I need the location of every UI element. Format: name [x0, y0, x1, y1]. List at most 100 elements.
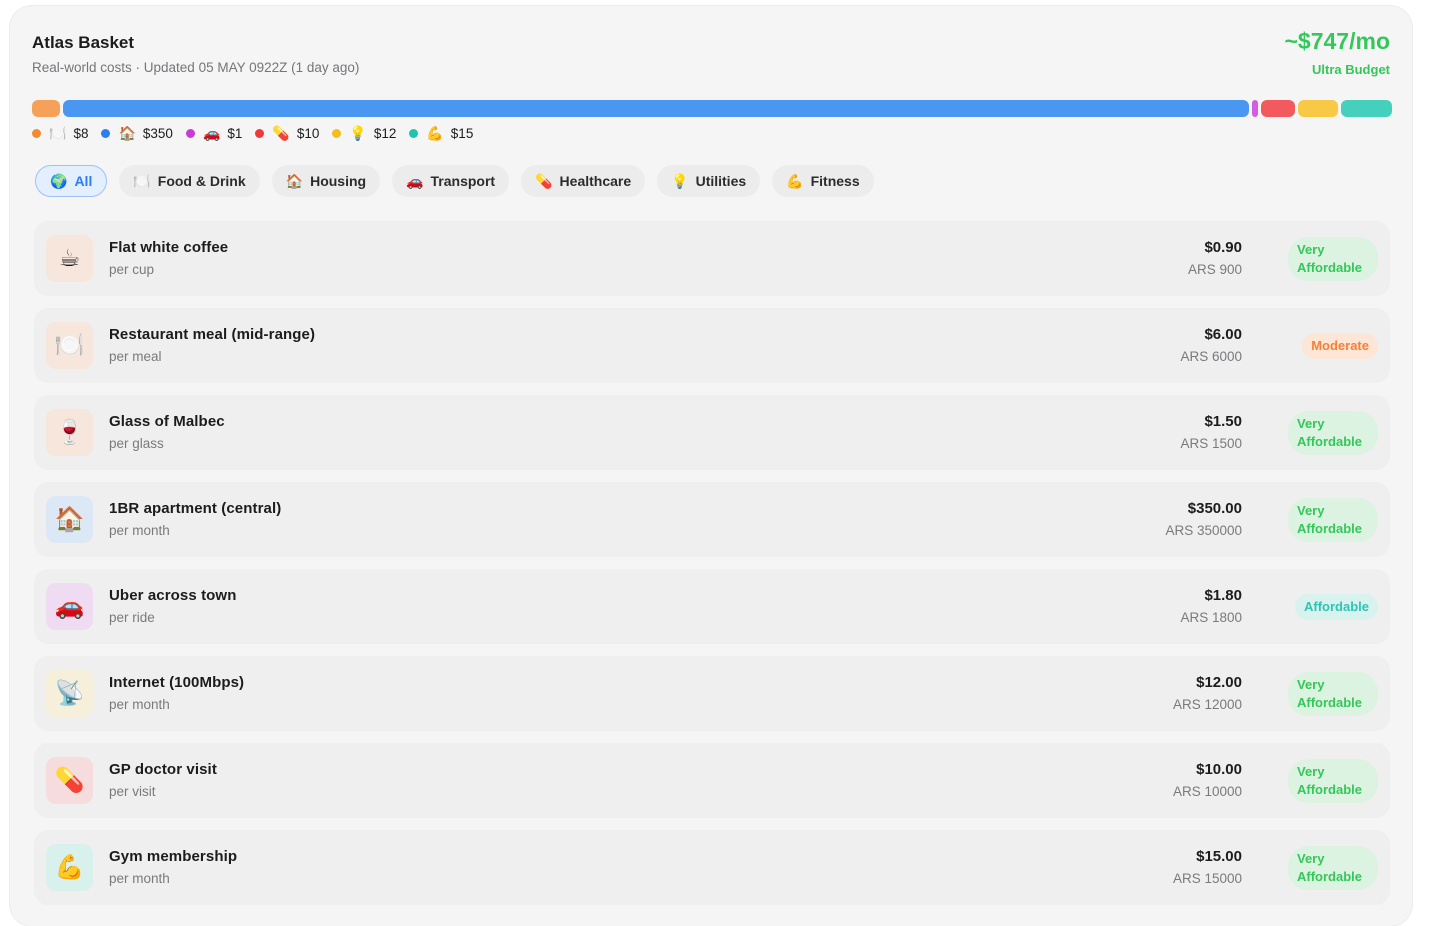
legend-item: 🚗 $1 [185, 125, 242, 142]
bar-segment-utilities [1297, 100, 1339, 117]
affordability-badge: Very Affordable [1288, 671, 1378, 716]
filter-tab-label: Utilities [695, 173, 747, 189]
item-unit: per month [109, 523, 170, 538]
legend-dot [255, 129, 265, 138]
filter-tab-housing[interactable]: 🏠 Housing [271, 165, 381, 197]
list-item[interactable]: 🚗 Uber across town per ride $1.80 ARS 1800 Af… [34, 569, 1390, 644]
legend-icon: 💪 [426, 125, 444, 141]
item-name: Restaurant meal (mid-range) [109, 326, 316, 343]
filter-tab-label: All [74, 173, 93, 189]
legend-item: 🍽️ $8 [32, 125, 88, 142]
item-icon: 🏠 [46, 496, 93, 543]
list-item[interactable]: 💊 GP doctor visit per visit $10.00 ARS 10000… [34, 743, 1390, 818]
all-tab-icon: 🌍 [50, 172, 68, 189]
bar-segment-healthcare [1261, 100, 1295, 117]
legend-icon: 🍽️ [49, 125, 67, 141]
list-item[interactable]: 🍷 Glass of Malbec per glass $1.50 ARS 1500 Ve… [34, 395, 1390, 470]
item-unit: per meal [109, 349, 162, 364]
filter-tab-food-drink[interactable]: 🍽️ Food & Drink [119, 165, 260, 197]
utilities-tab-icon: 💡 [671, 172, 689, 189]
filter-tab-fitness[interactable]: 💪 Fitness [772, 165, 874, 197]
legend-amount: $8 [73, 126, 89, 141]
food-drink-tab-icon: 🍽️ [133, 172, 151, 189]
affordability-badge: Very Affordable [1288, 236, 1378, 281]
cost-breakdown-bar [32, 100, 1392, 117]
item-name: Glass of Malbec [109, 413, 225, 430]
item-unit: per glass [109, 436, 164, 451]
affordability-badge: Very Affordable [1288, 845, 1378, 890]
item-price-usd: $12.00 [1196, 674, 1242, 691]
transport-tab-icon: 🚗 [406, 172, 424, 189]
item-icon: 📡 [46, 670, 93, 717]
item-name: GP doctor visit [109, 761, 217, 778]
filter-tab-label: Housing [310, 173, 367, 189]
affordability-badge: Very Affordable [1288, 410, 1378, 455]
legend-dot [32, 129, 41, 138]
item-unit: per visit [109, 784, 156, 799]
healthcare-tab-icon: 💊 [535, 172, 553, 189]
item-unit: per cup [109, 262, 155, 277]
filter-tab-healthcare[interactable]: 💊 Healthcare [521, 165, 646, 197]
housing-tab-icon: 🏠 [285, 172, 304, 189]
legend-icon: 🏠 [118, 125, 136, 141]
item-price-ars: ARS 350000 [1165, 523, 1242, 538]
bar-segment-transport [1252, 100, 1259, 117]
legend-dot [332, 129, 342, 138]
legend-amount: $10 [296, 126, 320, 141]
item-icon: 🍷 [46, 409, 93, 456]
item-price-ars: ARS 1500 [1180, 436, 1242, 451]
cost-breakdown-legend: 🍽️ $8 🏠 $350 🚗 $1 💊 $10 💡 $12 💪 $15 [32, 125, 486, 142]
list-item[interactable]: 🏠 1BR apartment (central) per month $350.00… [34, 482, 1390, 557]
list-item[interactable]: 📡 Internet (100Mbps) per month $12.00 ARS 12… [34, 656, 1390, 731]
item-price-ars: ARS 12000 [1172, 697, 1242, 712]
item-price-ars: ARS 10000 [1172, 784, 1242, 799]
item-icon: 💪 [46, 844, 93, 891]
filter-tab-transport[interactable]: 🚗 Transport [392, 165, 510, 197]
affordability-badge: Affordable [1295, 593, 1378, 620]
item-price-usd: $15.00 [1196, 848, 1242, 865]
legend-item: 💪 $15 [409, 125, 473, 142]
category-filter-tabs: 🌍 All 🍽️ Food & Drink 🏠 Housing 🚗 Transport 💊 Hea… [35, 165, 874, 197]
item-name: Internet (100Mbps) [109, 674, 245, 691]
bar-segment-housing [63, 100, 1250, 117]
legend-item: 💊 $10 [255, 125, 319, 142]
basket-card: Atlas Basket Real-world costs · Updated … [10, 6, 1412, 926]
item-price-ars: ARS 15000 [1172, 871, 1242, 886]
item-icon: 💊 [46, 757, 93, 804]
item-name: Flat white coffee [109, 239, 229, 256]
affordability-badge: Very Affordable [1288, 497, 1378, 542]
item-price-ars: ARS 6000 [1180, 349, 1242, 364]
item-price-usd: $350.00 [1187, 500, 1242, 517]
item-name: Gym membership [109, 848, 238, 865]
legend-amount: $12 [373, 126, 397, 141]
legend-dot [101, 129, 111, 138]
item-price-usd: $6.00 [1204, 326, 1242, 343]
affordability-badge: Moderate [1302, 332, 1378, 359]
legend-dot [409, 129, 419, 138]
filter-tab-all[interactable]: 🌍 All [35, 165, 108, 197]
affordability-badge: Very Affordable [1288, 758, 1378, 803]
bar-segment-food-drink [32, 100, 60, 117]
item-unit: per month [109, 697, 170, 712]
legend-item: 💡 $12 [332, 125, 396, 142]
filter-tab-label: Food & Drink [157, 173, 246, 189]
legend-amount: $350 [142, 126, 173, 141]
legend-amount: $15 [450, 126, 474, 141]
legend-icon: 💊 [272, 125, 290, 141]
filter-tab-label: Fitness [810, 173, 860, 189]
item-icon: 🚗 [46, 583, 93, 630]
legend-icon: 💡 [349, 125, 367, 141]
filter-tab-utilities[interactable]: 💡 Utilities [657, 165, 761, 197]
fitness-tab-icon: 💪 [786, 172, 804, 189]
list-item[interactable]: 🍽️ Restaurant meal (mid-range) per meal $6.… [34, 308, 1390, 383]
item-price-ars: ARS 900 [1187, 262, 1242, 277]
monthly-total: ~$747/mo [1284, 28, 1391, 54]
cost-item-list: ☕ Flat white coffee per cup $0.90 ARS 900 Ver… [34, 221, 1390, 917]
page-title: Atlas Basket [32, 33, 135, 52]
legend-item: 🏠 $350 [101, 125, 173, 142]
list-item[interactable]: 💪 Gym membership per month $15.00 ARS 15000 V… [34, 830, 1390, 905]
item-name: Uber across town [109, 587, 237, 604]
bar-segment-fitness [1341, 100, 1392, 117]
list-item[interactable]: ☕ Flat white coffee per cup $0.90 ARS 900 Ver… [34, 221, 1390, 296]
item-price-usd: $1.80 [1204, 587, 1242, 604]
